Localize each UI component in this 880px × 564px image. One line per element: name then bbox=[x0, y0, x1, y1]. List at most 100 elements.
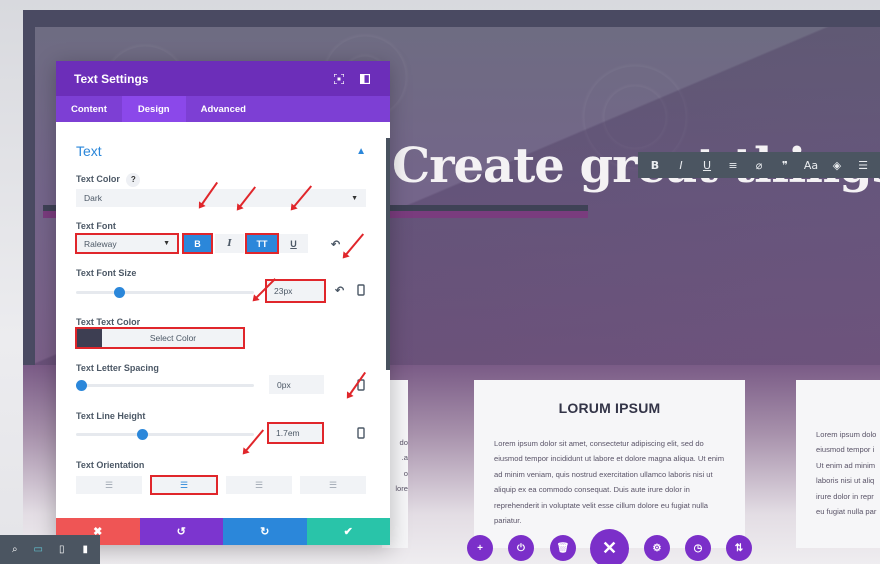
text-text-color-label: Text Text Color bbox=[76, 317, 141, 327]
check-icon: ✔ bbox=[343, 526, 353, 538]
card-title: LORUM IPSUM bbox=[558, 400, 661, 416]
font-size-label: Text Font Size bbox=[76, 268, 137, 278]
trash-icon: 🗑 bbox=[556, 542, 570, 554]
tab-content[interactable]: Content bbox=[56, 96, 122, 122]
text-color-label-text: Text Color bbox=[76, 174, 120, 184]
font-size-icon[interactable]: Aa bbox=[800, 159, 822, 172]
card-body: Lorem ipsum dolor sit amet, consectetur … bbox=[494, 439, 725, 526]
phone-icon[interactable]: ▮ bbox=[75, 544, 95, 555]
disable-button[interactable]: ⏻ bbox=[508, 535, 534, 561]
link-icon[interactable]: ⌀ bbox=[748, 159, 770, 172]
tab-design[interactable]: Design bbox=[121, 96, 186, 122]
chevron-up-icon[interactable]: ▲ bbox=[356, 146, 366, 157]
underline-toggle[interactable]: U bbox=[279, 234, 308, 253]
sort-icon: ⇅ bbox=[734, 542, 744, 554]
card-right-line: eiusmod tempor i bbox=[816, 445, 875, 455]
close-icon: ✕ bbox=[601, 538, 618, 558]
desktop-icon[interactable]: ▭ bbox=[28, 544, 48, 555]
redo-icon: ↻ bbox=[260, 526, 270, 538]
phone-icon[interactable] bbox=[357, 427, 365, 442]
section-text-header[interactable]: Text ▲ bbox=[76, 143, 370, 159]
card-center: LORUM IPSUM Lorem ipsum dolor sit amet, … bbox=[474, 380, 745, 548]
align-left-icon: ☰ bbox=[104, 479, 114, 490]
add-button[interactable]: + bbox=[467, 535, 493, 561]
text-settings-panel: Text Settings Content Design Advanced Te… bbox=[56, 61, 390, 545]
panel-footer: ✖ ↺ ↻ ✔ bbox=[56, 518, 390, 545]
redo-button[interactable]: ↻ bbox=[223, 518, 307, 545]
history-button[interactable]: ◷ bbox=[685, 535, 711, 561]
orientation-label: Text Orientation bbox=[76, 460, 145, 470]
bold-toggle[interactable]: B bbox=[182, 233, 213, 254]
letter-spacing-slider[interactable] bbox=[76, 380, 254, 391]
inline-format-toolbar: B I U ≡ ⌀ ❞ Aa ◈ ☰ bbox=[638, 152, 880, 178]
text-color-icon[interactable]: ◈ bbox=[826, 159, 848, 172]
tab-advanced[interactable]: Advanced bbox=[186, 96, 261, 122]
font-size-slider-thumb[interactable] bbox=[113, 287, 125, 298]
align-left-button[interactable]: ☰ bbox=[76, 476, 142, 494]
close-builder-button[interactable]: ✕ bbox=[590, 529, 629, 564]
card-right-line: Ut enim ad minim bbox=[816, 460, 876, 470]
align-center-button[interactable]: ☰ bbox=[150, 475, 218, 495]
text-color-value: Dark bbox=[84, 193, 102, 203]
letter-spacing-input[interactable]: 0px bbox=[269, 375, 324, 394]
color-swatch bbox=[76, 328, 102, 348]
focus-icon[interactable] bbox=[332, 72, 346, 86]
list-icon[interactable]: ☰ bbox=[852, 159, 874, 172]
tablet-icon[interactable]: ▯ bbox=[52, 544, 72, 555]
phone-icon[interactable] bbox=[357, 284, 365, 299]
delete-button[interactable]: 🗑 bbox=[550, 535, 576, 561]
align-right-button[interactable]: ☰ bbox=[226, 476, 292, 494]
help-icon[interactable]: ? bbox=[126, 173, 141, 187]
card-right-body: Lorem ipsum dolo eiusmod tempor i Ut eni… bbox=[796, 427, 880, 519]
power-icon: ⏻ bbox=[517, 542, 525, 554]
zoom-icon[interactable]: ⌕ bbox=[5, 544, 25, 555]
text-font-label: Text Font bbox=[76, 221, 116, 231]
bold-icon[interactable]: B bbox=[644, 159, 666, 172]
underline-icon[interactable]: U bbox=[696, 159, 718, 172]
letter-spacing-slider-thumb[interactable] bbox=[76, 380, 87, 391]
responsive-toolbar: ⌕ ▭ ▯ ▮ bbox=[0, 535, 100, 564]
undo-icon: ↺ bbox=[176, 526, 186, 538]
undo-button[interactable]: ↺ bbox=[139, 518, 223, 545]
align-icon[interactable]: ≡ bbox=[722, 159, 744, 172]
panel-title: Text Settings bbox=[74, 71, 149, 86]
line-height-label: Text Line Height bbox=[76, 411, 146, 421]
panel-header[interactable]: Text Settings bbox=[56, 61, 390, 96]
save-button[interactable]: ✔ bbox=[306, 518, 390, 545]
reset-icon[interactable]: ↶ bbox=[331, 238, 340, 251]
gear-icon: ⚙ bbox=[652, 542, 662, 554]
align-center-icon: ☰ bbox=[179, 479, 189, 490]
panel-tabs: Content Design Advanced bbox=[56, 96, 390, 122]
italic-toggle[interactable]: I bbox=[215, 234, 244, 253]
text-color-label: Text Color ? bbox=[76, 173, 141, 187]
font-size-slider[interactable] bbox=[76, 287, 254, 298]
text-color-select[interactable]: Dark ▼ bbox=[76, 189, 366, 207]
sidebar-toggle-icon[interactable] bbox=[358, 72, 372, 86]
font-size-input[interactable]: 23px bbox=[265, 279, 326, 303]
select-color-button[interactable]: Select Color bbox=[102, 328, 244, 348]
reset-icon[interactable]: ↶ bbox=[335, 284, 344, 297]
card-right-line: laboris nisi ut aliq bbox=[816, 476, 875, 486]
dropdown-arrow-icon: ▼ bbox=[351, 194, 358, 202]
line-height-slider[interactable] bbox=[76, 429, 254, 440]
clock-icon: ◷ bbox=[693, 542, 703, 554]
card-right-line: Lorem ipsum dolo bbox=[816, 430, 877, 439]
line-height-input[interactable]: 1.7em bbox=[267, 422, 324, 444]
settings-button[interactable]: ⚙ bbox=[644, 535, 670, 561]
text-font-select[interactable]: Raleway ▼ bbox=[75, 233, 179, 254]
text-text-color-picker[interactable]: Select Color bbox=[75, 327, 245, 349]
align-right-icon: ☰ bbox=[254, 479, 264, 490]
plus-icon: + bbox=[477, 542, 483, 554]
quote-icon[interactable]: ❞ bbox=[774, 159, 796, 172]
letter-spacing-label: Text Letter Spacing bbox=[76, 363, 159, 373]
align-justify-button[interactable]: ☰ bbox=[300, 476, 366, 494]
card-right: Lorem ipsum dolo eiusmod tempor i Ut eni… bbox=[796, 380, 880, 548]
uppercase-toggle[interactable]: TT bbox=[245, 233, 279, 254]
align-justify-icon: ☰ bbox=[328, 479, 338, 490]
section-title: Text bbox=[76, 143, 102, 159]
line-height-slider-thumb[interactable] bbox=[137, 429, 149, 440]
text-font-value: Raleway bbox=[84, 238, 117, 249]
layers-button[interactable]: ⇅ bbox=[726, 535, 752, 561]
dropdown-arrow-icon: ▼ bbox=[163, 240, 170, 247]
italic-icon[interactable]: I bbox=[670, 159, 692, 172]
